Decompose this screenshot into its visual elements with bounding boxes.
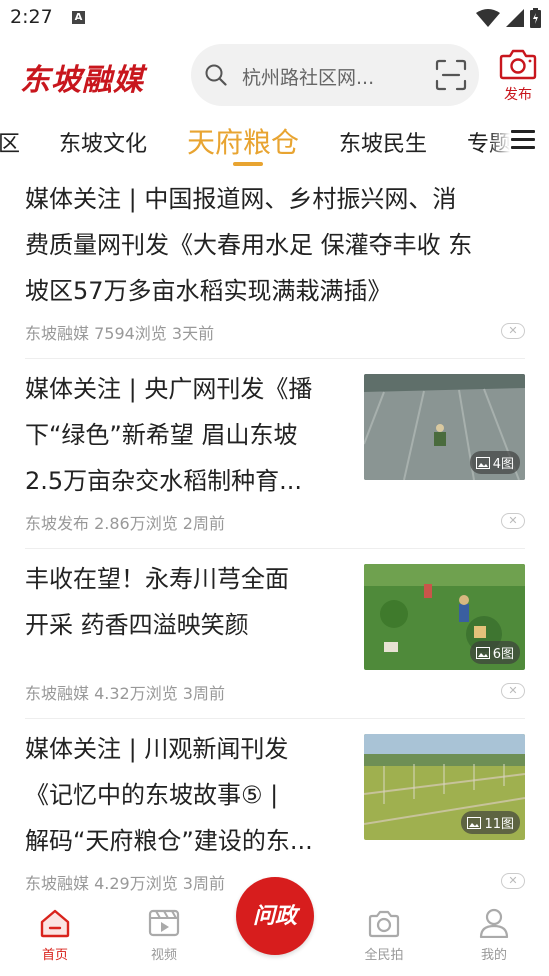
- article-title[interactable]: 丰收在望！永寿川芎全面 开采 药香四溢映笑颜: [25, 556, 355, 648]
- title-line: 解码“天府粮仓”建设的东...: [25, 827, 313, 855]
- article-item[interactable]: 媒体关注 | 中国报道网、乡村振兴网、消 费质量网刊发《大春用水足 保灌夺丰收 …: [25, 176, 525, 346]
- title-line: 下“绿色”新希望 眉山东坡: [25, 421, 298, 449]
- image-count-badge: 4图: [469, 451, 520, 474]
- tab-district[interactable]: 区: [0, 126, 20, 158]
- dismiss-icon[interactable]: ✕: [501, 683, 525, 699]
- home-icon: [40, 909, 70, 938]
- tab-tianfu-granary[interactable]: 天府粮仓: [187, 121, 299, 161]
- channel-tabs: 区 东坡文化 天府粮仓 东坡民生 专题: [0, 118, 549, 166]
- tab-dongpo-livelihood[interactable]: 东坡民生: [339, 126, 427, 158]
- article-thumbnail[interactable]: 6图: [364, 564, 525, 670]
- battery-icon: [530, 8, 541, 28]
- title-line: 开采 药香四溢映笑颜: [25, 611, 249, 639]
- title-line: 媒体关注 | 川观新闻刊发: [25, 735, 289, 763]
- image-icon: [475, 456, 490, 469]
- publish-label: 发布: [504, 87, 532, 103]
- title-line: 2.5万亩杂交水稻制种育...: [25, 467, 303, 495]
- article-meta: 东坡融媒 4.32万浏览 3周前: [25, 684, 225, 703]
- wenzheng-button[interactable]: 问政: [236, 877, 314, 955]
- article-meta: 东坡发布 2.86万浏览 2周前: [25, 514, 225, 533]
- title-line: 费质量网刊发《大春用水足 保灌夺丰收 东: [25, 231, 473, 259]
- divider: [25, 358, 525, 359]
- nav-mine[interactable]: 我的: [464, 908, 524, 963]
- image-count: 4图: [492, 457, 514, 472]
- article-item[interactable]: 丰收在望！永寿川芎全面 开采 药香四溢映笑颜 6图 东坡融媒 4.32万浏览 3…: [25, 556, 525, 726]
- search-placeholder: 杭州路社区网...: [242, 67, 375, 89]
- status-bar: 2:27 A: [0, 0, 549, 36]
- divider: [25, 718, 525, 719]
- image-icon: [475, 646, 490, 659]
- image-count: 11图: [484, 817, 514, 832]
- search-icon: [205, 64, 227, 86]
- article-meta: 东坡融媒 7594浏览 3天前: [25, 324, 215, 343]
- nav-mine-label: 我的: [480, 948, 507, 963]
- video-icon: [148, 909, 180, 937]
- nav-video-label: 视频: [150, 948, 177, 963]
- article-item[interactable]: 媒体关注 | 央广网刊发《播 下“绿色”新希望 眉山东坡 2.5万亩杂交水稻制种…: [25, 366, 525, 536]
- title-line: 丰收在望！永寿川芎全面: [25, 565, 289, 593]
- camera-icon: [499, 49, 537, 80]
- tab-dongpo-culture[interactable]: 东坡文化: [59, 126, 147, 158]
- status-time: 2:27: [10, 6, 53, 28]
- title-line: 媒体关注 | 央广网刊发《播: [25, 375, 313, 403]
- article-title[interactable]: 媒体关注 | 中国报道网、乡村振兴网、消 费质量网刊发《大春用水足 保灌夺丰收 …: [25, 176, 525, 314]
- nav-citizen-snap-label: 全民拍: [364, 948, 404, 963]
- app-header: 东坡融媒 杭州路社区网... 发布: [0, 40, 549, 110]
- channel-menu-icon[interactable]: [489, 118, 549, 162]
- article-thumbnail[interactable]: 4图: [364, 374, 525, 480]
- nav-citizen-snap[interactable]: 全民拍: [354, 908, 414, 963]
- dismiss-icon[interactable]: ✕: [501, 323, 525, 339]
- article-meta: 东坡融媒 4.29万浏览 3周前: [25, 874, 225, 893]
- nav-video[interactable]: 视频: [134, 908, 194, 963]
- camera-icon: [368, 910, 400, 938]
- title-line: 坡区57万多亩水稻实现满栽满插》: [25, 277, 392, 305]
- signal-icon: [506, 9, 524, 27]
- nav-home[interactable]: 首页: [25, 908, 85, 963]
- active-tab-indicator: [233, 162, 263, 166]
- dismiss-icon[interactable]: ✕: [501, 873, 525, 889]
- divider: [25, 548, 525, 549]
- article-thumbnail[interactable]: 11图: [364, 734, 525, 840]
- wifi-icon: [476, 9, 500, 27]
- image-count-badge: 11图: [461, 811, 520, 834]
- user-icon: [479, 908, 509, 939]
- article-title[interactable]: 媒体关注 | 川观新闻刊发 《记忆中的东坡故事⑤ | 解码“天府粮仓”建设的东.…: [25, 726, 355, 864]
- nav-home-label: 首页: [41, 948, 68, 963]
- image-count-badge: 6图: [469, 641, 520, 664]
- app-logo: 东坡融媒: [20, 63, 144, 98]
- article-title[interactable]: 媒体关注 | 央广网刊发《播 下“绿色”新希望 眉山东坡 2.5万亩杂交水稻制种…: [25, 366, 355, 504]
- article-item[interactable]: 媒体关注 | 川观新闻刊发 《记忆中的东坡故事⑤ | 解码“天府粮仓”建设的东.…: [25, 726, 525, 896]
- image-count: 6图: [492, 647, 514, 662]
- search-bar[interactable]: 杭州路社区网...: [191, 44, 479, 106]
- scan-icon[interactable]: [435, 59, 467, 91]
- image-icon: [467, 816, 482, 829]
- title-line: 《记忆中的东坡故事⑤ |: [25, 781, 279, 809]
- dismiss-icon[interactable]: ✕: [501, 513, 525, 529]
- publish-button[interactable]: 发布: [498, 48, 538, 104]
- status-icons: [476, 8, 541, 28]
- notification-icon: A: [72, 11, 85, 24]
- title-line: 媒体关注 | 中国报道网、乡村振兴网、消: [25, 185, 457, 213]
